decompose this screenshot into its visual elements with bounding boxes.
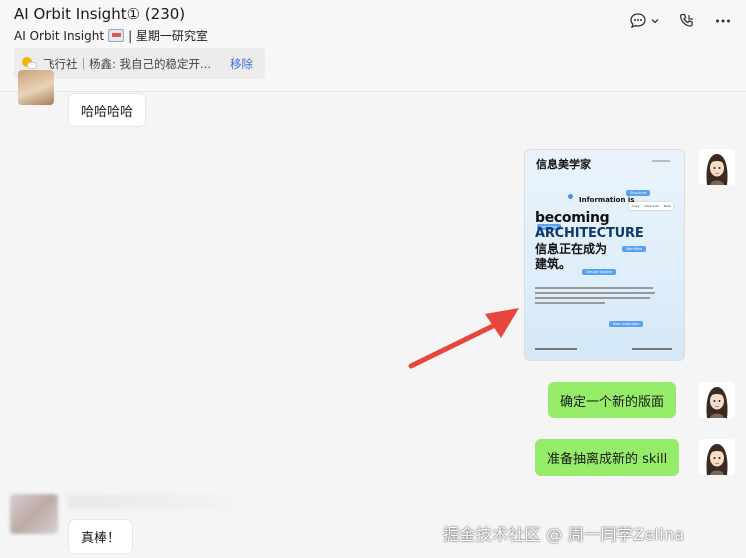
phone-icon [679,13,693,27]
image-footer-left [535,348,577,350]
image-tag: New Institution [609,321,644,327]
more-icon [716,19,730,23]
chat-title-text: AI Orbit Insight① (230) [14,5,186,23]
chat-bubble-icon [630,13,646,29]
image-dot [568,194,573,199]
avatar[interactable] [10,494,58,534]
chevron-down-icon [651,19,659,24]
chat-options-button[interactable] [629,12,660,30]
avatar-illustration [699,439,735,475]
message-bubble[interactable]: 确定一个新的版面 [548,382,677,418]
call-button[interactable] [678,12,696,30]
message-text: 确定一个新的版面 [560,394,665,410]
avatar-illustration [699,382,735,418]
message-bubble[interactable]: 准备抽离成新的 skill [535,439,680,476]
image-context-menu: Copy Select All Note [629,202,673,210]
more-button[interactable] [714,12,732,30]
menu-item: Select All [644,204,659,208]
watermark: 掘金技术社区 @ 周一同学Zelina [443,525,685,544]
message-text: 准备抽离成新的 skill [547,452,668,467]
avatar[interactable] [699,149,735,185]
pinned-message-text[interactable]: 飞行社｜杨鑫: 我自己的稳定开... [43,56,211,72]
image-title: 信息美学家 [536,158,591,171]
pinned-remove-button[interactable]: 移除 [230,56,253,72]
header-actions [629,12,732,30]
message-text: 哈哈哈哈 [81,104,134,120]
weather-icon [22,56,37,71]
image-message[interactable]: 信息美学家 Structure Information is Copy Sele… [524,149,685,361]
message-bubble[interactable]: 哈哈哈哈 [68,93,147,127]
avatar[interactable] [18,70,54,105]
chat-title[interactable]: AI Orbit Insight① (230) [14,5,185,23]
subtitle-room: | 星期一研究室 [128,29,208,43]
calendar-icon [108,29,125,42]
chat-header: AI Orbit Insight① (230) AI Orbit Insight… [0,0,746,92]
avatar-illustration [699,149,735,185]
image-tag: Workflow [622,246,647,252]
subtitle-group-name: AI Orbit Insight [14,28,105,43]
image-footer-right [632,348,672,350]
sender-name-blurred [67,495,237,509]
chat-subtitle: AI Orbit Insight | 星期一研究室 [14,27,208,44]
image-info-line: Information is [579,196,635,204]
image-architecture: ARCHITECTURE [535,226,644,241]
avatar[interactable] [699,439,735,475]
image-paragraph [535,287,655,304]
message-text: 真棒！ [81,531,121,546]
message-bubble[interactable]: 真棒！ [68,519,134,554]
menu-item: Note [663,204,671,208]
image-decoration [652,160,670,162]
avatar[interactable] [699,382,735,418]
image-tag: Design System [582,269,617,275]
menu-item: Copy [632,204,640,208]
red-arrow [408,308,519,369]
image-cn-line: 建筑。 [535,257,572,271]
